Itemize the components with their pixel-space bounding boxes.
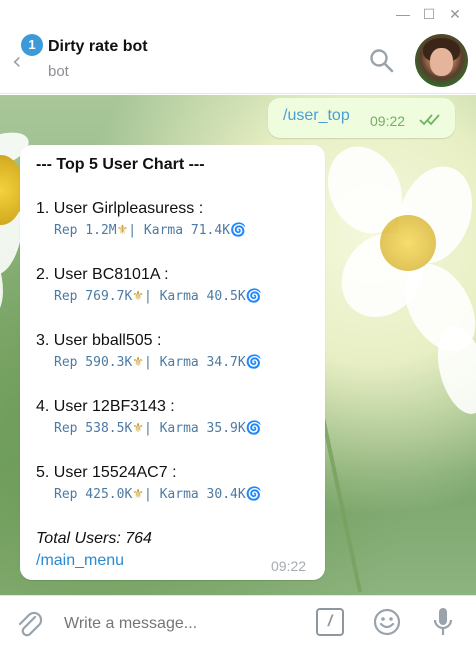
- outgoing-message-text[interactable]: /user_top: [283, 107, 350, 125]
- incoming-message-time: 09:22: [271, 558, 307, 574]
- outgoing-message-time: 09:22: [370, 113, 406, 129]
- karma-value: | Karma 40.5K: [143, 289, 246, 304]
- attach-icon[interactable]: [15, 608, 43, 640]
- entry-title: 4. User 12BF3143 :: [36, 398, 175, 415]
- entry-title: 1. User Girlpleasuress :: [36, 200, 204, 217]
- entry-stats: Rep 1.2M⚜| Karma 71.4K🌀: [54, 223, 246, 238]
- flower-center-decoration: [380, 215, 436, 271]
- entry-title: 2. User BC8101A :: [36, 266, 169, 283]
- cyclone-icon: 🌀: [245, 289, 262, 304]
- rep-value: Rep 1.2M: [54, 223, 117, 238]
- unread-badge: 1: [21, 34, 43, 56]
- bot-command-button[interactable]: /: [316, 608, 344, 636]
- karma-value: | Karma 71.4K: [128, 223, 231, 238]
- entry-stats: Rep 538.5K⚜| Karma 35.9K🌀: [54, 421, 262, 436]
- message-composer: /: [0, 595, 476, 652]
- microphone-icon[interactable]: [431, 606, 455, 638]
- total-users: Total Users: 764: [36, 530, 152, 547]
- karma-value: | Karma 30.4K: [143, 487, 246, 502]
- chat-subtitle: bot: [48, 63, 69, 80]
- cyclone-icon: 🌀: [245, 355, 262, 370]
- window-titlebar: — ☐ ✕: [0, 0, 476, 28]
- entry-stats: Rep 590.3K⚜| Karma 34.7K🌀: [54, 355, 262, 370]
- rep-value: Rep 425.0K: [54, 487, 133, 502]
- avatar[interactable]: [415, 34, 468, 87]
- minimize-button[interactable]: —: [392, 3, 414, 25]
- fleur-de-lis-icon: ⚜: [132, 289, 144, 304]
- close-button[interactable]: ✕: [444, 3, 466, 25]
- fleur-de-lis-icon: ⚜: [116, 223, 129, 238]
- message-input[interactable]: [64, 612, 294, 636]
- avatar-face: [430, 48, 453, 76]
- rep-value: Rep 769.7K: [54, 289, 133, 304]
- main-menu-link[interactable]: /main_menu: [36, 552, 124, 570]
- cyclone-icon: 🌀: [230, 223, 247, 238]
- karma-value: | Karma 34.7K: [143, 355, 246, 370]
- chat-title[interactable]: Dirty rate bot: [48, 38, 148, 56]
- search-icon[interactable]: [369, 48, 395, 74]
- rep-value: Rep 538.5K: [54, 421, 133, 436]
- chat-header: ‹ 1 Dirty rate bot bot: [0, 28, 476, 94]
- entry-title: 5. User 15524AC7 :: [36, 464, 177, 481]
- read-checkmarks-icon: [419, 114, 440, 126]
- outgoing-message[interactable]: /user_top 09:22: [268, 98, 455, 138]
- maximize-button[interactable]: ☐: [418, 3, 440, 25]
- back-arrow-icon[interactable]: ‹: [12, 49, 22, 73]
- emoji-icon[interactable]: [373, 608, 401, 636]
- fleur-de-lis-icon: ⚜: [132, 487, 144, 502]
- chart-heading: --- Top 5 User Chart ---: [36, 156, 205, 173]
- fleur-de-lis-icon: ⚜: [132, 355, 144, 370]
- entry-stats: Rep 425.0K⚜| Karma 30.4K🌀: [54, 487, 262, 502]
- karma-value: | Karma 35.9K: [143, 421, 246, 436]
- entry-stats: Rep 769.7K⚜| Karma 40.5K🌀: [54, 289, 262, 304]
- incoming-message[interactable]: --- Top 5 User Chart --- 1. User Girlple…: [20, 145, 325, 580]
- fleur-de-lis-icon: ⚜: [132, 421, 144, 436]
- entry-title: 3. User bball505 :: [36, 332, 162, 349]
- cyclone-icon: 🌀: [245, 487, 262, 502]
- rep-value: Rep 590.3K: [54, 355, 133, 370]
- cyclone-icon: 🌀: [245, 421, 262, 436]
